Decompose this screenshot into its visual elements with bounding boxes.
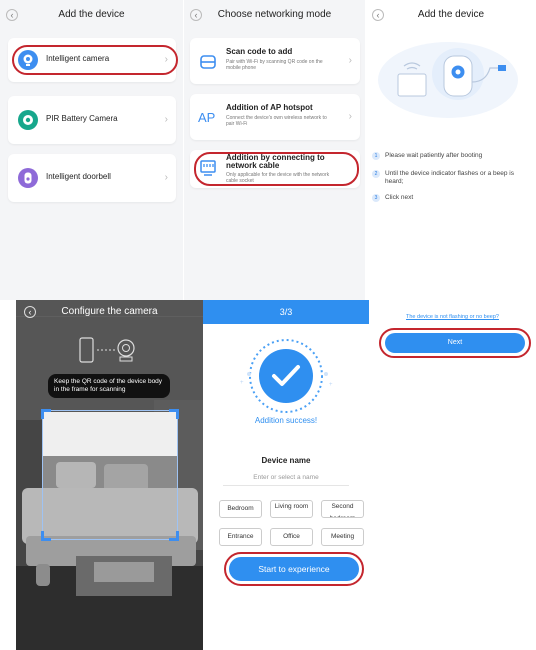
scan-frame-corner	[41, 409, 51, 419]
step-number: 3	[372, 194, 380, 202]
name-option-meeting[interactable]: Meeting	[321, 528, 364, 546]
name-option-second-bedroom[interactable]: Second bedroom	[321, 500, 364, 518]
option-desc: Connect the device's own wireless networ…	[226, 115, 327, 127]
option-title: Scan code to add	[226, 47, 293, 56]
option-title: Addition by connecting to network cable	[226, 153, 325, 170]
option-ap-hotspot[interactable]: AP Addition of AP hotspot Connect the de…	[190, 94, 360, 140]
ap-hotspot-icon: AP	[198, 110, 216, 125]
option-desc: Only applicable for the device with the …	[226, 172, 330, 184]
scan-frame-corner	[41, 531, 51, 541]
device-item-pir-battery-camera[interactable]: PIR Battery Camera ›	[8, 96, 176, 144]
addition-success-panel: 3/3 + + Addition success! Device name En…	[203, 300, 369, 602]
next-button[interactable]: Next	[385, 333, 525, 353]
step-item: 1 Please wait patiently after booting	[372, 152, 522, 160]
back-icon[interactable]: ‹	[372, 9, 384, 21]
name-option-office[interactable]: Office	[270, 528, 313, 546]
chevron-right-icon: ›	[164, 172, 168, 183]
device-item-label: PIR Battery Camera	[46, 114, 118, 123]
page-title: Add the device	[58, 9, 125, 20]
battery-camera-icon	[18, 110, 38, 130]
success-check-icon: + +	[231, 336, 341, 416]
step-text: Click next	[385, 194, 414, 201]
chevron-right-icon: ›	[348, 55, 352, 66]
page-title: Configure the camera	[61, 306, 158, 317]
configure-header: ‹ Configure the camera	[16, 300, 203, 324]
add-device-steps-panel: ‹ Add the device 1 Please wait patiently …	[366, 0, 536, 300]
device-item-intelligent-doorbell[interactable]: Intelligent doorbell ›	[8, 154, 176, 202]
step-item: 3 Click next	[372, 194, 522, 202]
networking-header: ‹ Choose networking mode	[184, 0, 365, 30]
networking-panel: ‹ Choose networking mode Scan code to ad…	[184, 0, 365, 300]
name-option-bedroom[interactable]: Bedroom	[219, 500, 262, 518]
scan-frame-corner	[169, 409, 179, 419]
device-illustration	[374, 36, 530, 120]
phone-camera-illustration	[74, 336, 144, 364]
step-item: 2 Until the device indicator flashes or a…	[372, 170, 522, 186]
scan-frame-corner	[169, 531, 179, 541]
back-icon[interactable]: ‹	[6, 9, 18, 21]
device-item-label: Intelligent doorbell	[46, 172, 111, 181]
page-title: Add the device	[417, 9, 485, 20]
step-text: Please wait patiently after booting	[385, 152, 483, 159]
step-number: 2	[372, 170, 380, 178]
page-title: Choose networking mode	[217, 9, 332, 20]
doorbell-icon	[18, 168, 38, 188]
chevron-right-icon: ›	[348, 111, 352, 122]
not-flashing-link[interactable]: The device is not flashing or no beep?	[369, 314, 536, 320]
camera-icon	[18, 50, 38, 70]
chevron-right-icon: ›	[164, 114, 168, 125]
add-device-header: ‹ Add the device	[0, 0, 183, 30]
name-option-living-room[interactable]: Living room	[270, 500, 313, 518]
step-number: 1	[372, 152, 380, 160]
next-panel: The device is not flashing or no beep? N…	[369, 300, 536, 370]
name-input[interactable]: Enter or select a name	[223, 474, 349, 486]
svg-text:+: +	[329, 382, 333, 388]
configure-camera-panel: ‹ Configure the camera Keep the QR code …	[16, 300, 203, 650]
scan-icon	[198, 52, 218, 72]
ethernet-icon	[198, 158, 218, 178]
option-network-cable[interactable]: Addition by connecting to network cable …	[190, 150, 360, 188]
option-scan-code[interactable]: Scan code to add Pair with Wi-Fi by scan…	[190, 38, 360, 84]
steps-header: ‹ Add the device	[366, 0, 536, 30]
back-icon[interactable]: ‹	[190, 9, 202, 21]
option-desc: Pair with Wi-Fi by scanning QR code on t…	[226, 59, 323, 71]
start-experience-button[interactable]: Start to experience	[229, 557, 359, 581]
device-item-label: Intelligent camera	[46, 54, 110, 63]
device-item-intelligent-camera[interactable]: Intelligent camera ›	[8, 38, 176, 82]
add-device-panel: ‹ Add the device Intelligent camera › PI…	[0, 0, 183, 300]
device-name-label: Device name	[261, 456, 311, 465]
option-title: Addition of AP hotspot	[226, 103, 313, 112]
success-message: Addition success!	[254, 416, 318, 425]
chevron-right-icon: ›	[164, 54, 168, 65]
svg-text:+: +	[240, 380, 244, 386]
step-header: 3/3	[203, 300, 369, 324]
scan-tip: Keep the QR code of the device body in t…	[48, 374, 170, 398]
scan-frame	[41, 409, 179, 541]
name-option-entrance[interactable]: Entrance	[219, 528, 262, 546]
step-text: Until the device indicator flashes or a …	[385, 170, 514, 185]
